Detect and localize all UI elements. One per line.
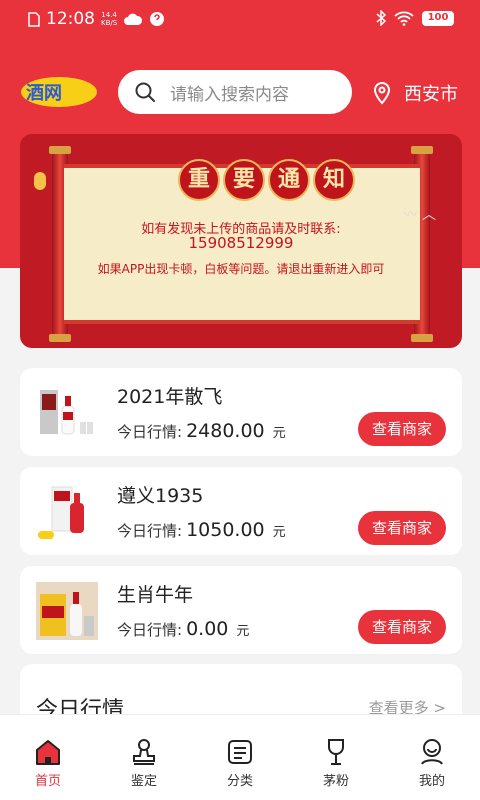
notice-phone: 15908512999 bbox=[188, 234, 294, 252]
product-name: 2021年散飞 bbox=[117, 386, 223, 408]
quote-price: 2480.00 bbox=[186, 420, 265, 442]
product-name: 生肖牛年 bbox=[117, 584, 194, 606]
search-placeholder: 请输入搜索内容 bbox=[170, 84, 289, 105]
tab-label: 分类 bbox=[226, 774, 253, 789]
wine-glass-icon bbox=[328, 739, 344, 765]
notice-title: 重 要 通 知 bbox=[178, 159, 355, 201]
tab-appraisal[interactable]: 鉴定 bbox=[96, 715, 192, 800]
product-quote: 今日行情: 1050.00 元 bbox=[117, 519, 286, 541]
tab-label: 茅粉 bbox=[322, 774, 349, 789]
view-merchants-button[interactable]: 查看商家 bbox=[358, 610, 446, 644]
bluetooth-icon bbox=[376, 10, 386, 26]
stamp-icon bbox=[133, 739, 155, 765]
svg-text:酒网: 酒网 bbox=[26, 82, 62, 103]
quote-label: 今日行情: bbox=[117, 522, 183, 540]
brand-logo: 酒网 bbox=[21, 77, 97, 107]
notice-help-text: 如果APP出现卡顿，白板等问题。请退出重新进入即可 bbox=[97, 262, 385, 276]
price-unit: 元 bbox=[272, 525, 286, 540]
tab-fans[interactable]: 茅粉 bbox=[288, 715, 384, 800]
view-merchants-button[interactable]: 查看商家 bbox=[358, 511, 446, 545]
quote-price: 0.00 bbox=[186, 618, 229, 640]
list-icon bbox=[228, 740, 252, 764]
product-card[interactable]: 2021年散飞 今日行情: 2480.00 元 查看商家 bbox=[20, 368, 462, 456]
product-quote: 今日行情: 2480.00 元 bbox=[117, 420, 286, 442]
status-bar: 12:08 14.4 KB/S 100 bbox=[0, 0, 480, 38]
wifi-icon bbox=[394, 11, 414, 26]
quote-label: 今日行情: bbox=[117, 423, 183, 441]
title-char: 重 bbox=[178, 159, 220, 201]
quote-label: 今日行情: bbox=[117, 621, 183, 639]
bottom-tab-bar: 首页 鉴定 分类 茅粉 我的 bbox=[0, 714, 480, 800]
sim-icon bbox=[28, 11, 40, 27]
quote-price: 1050.00 bbox=[186, 519, 265, 541]
location-pin-icon bbox=[373, 82, 391, 105]
product-quote: 今日行情: 0.00 元 bbox=[117, 618, 249, 640]
title-char: 知 bbox=[313, 159, 355, 201]
product-card[interactable]: 生肖牛年 今日行情: 0.00 元 查看商家 bbox=[20, 566, 462, 654]
location-selector[interactable]: 西安市 bbox=[372, 80, 458, 106]
notification-icon bbox=[150, 12, 165, 26]
title-char: 通 bbox=[268, 159, 310, 201]
user-icon bbox=[421, 739, 443, 765]
product-card[interactable]: 遵义1935 今日行情: 1050.00 元 查看商家 bbox=[20, 467, 462, 555]
tab-profile[interactable]: 我的 bbox=[384, 715, 480, 800]
tab-label: 首页 bbox=[34, 774, 61, 789]
product-image bbox=[40, 390, 93, 435]
notice-banner[interactable]: 重 要 通 知 如有发现未上传的商品请及时联系: 15908512999 如果A… bbox=[20, 134, 462, 348]
tab-label: 鉴定 bbox=[130, 774, 157, 789]
cloud-icon bbox=[124, 13, 143, 25]
battery-indicator: 100 bbox=[422, 10, 454, 26]
birds-decoration: 〰 ︿ bbox=[403, 207, 436, 223]
price-unit: 元 bbox=[236, 624, 250, 639]
tab-home[interactable]: 首页 bbox=[0, 715, 96, 800]
product-name: 遵义1935 bbox=[117, 485, 204, 507]
status-time: 12:08 bbox=[46, 9, 95, 29]
lantern-decoration bbox=[34, 172, 46, 190]
search-bar[interactable]: 请输入搜索内容 bbox=[118, 70, 352, 114]
tab-label: 我的 bbox=[418, 774, 445, 789]
view-merchants-button[interactable]: 查看商家 bbox=[358, 412, 446, 446]
search-icon bbox=[135, 82, 155, 102]
network-speed: 14.4 KB/S bbox=[101, 11, 118, 27]
city-label: 西安市 bbox=[404, 84, 458, 105]
home-icon bbox=[36, 740, 60, 765]
tab-category[interactable]: 分类 bbox=[192, 715, 288, 800]
price-unit: 元 bbox=[272, 426, 286, 441]
product-image bbox=[38, 486, 84, 539]
title-char: 要 bbox=[223, 159, 265, 201]
product-image bbox=[36, 582, 98, 640]
